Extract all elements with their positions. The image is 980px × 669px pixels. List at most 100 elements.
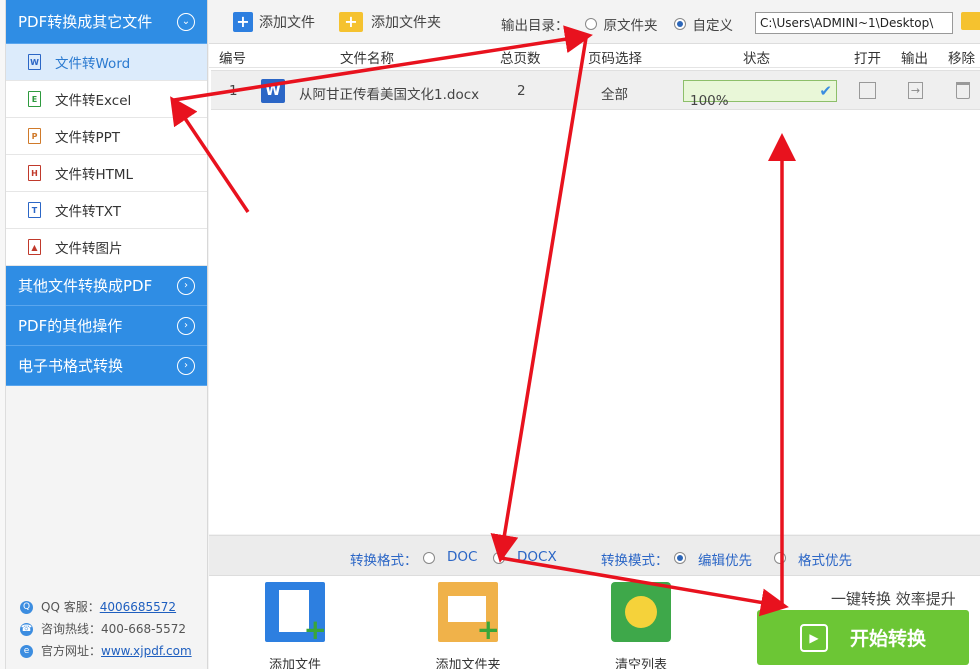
radio-format-priority[interactable] [774, 552, 786, 564]
start-label: 开始转换 [849, 628, 926, 650]
site-label: 官方网址： [41, 644, 102, 658]
add-file-label: 添加文件 [259, 14, 315, 31]
radio-doc-label: DOC [447, 549, 478, 565]
play-icon: ▶ [799, 623, 828, 652]
converter-window: PDF转换成其它文件 ⌄ W 文件转Word E 文件转Excel P 文件转P… [0, 0, 980, 669]
site-link[interactable]: www.xjpdf.com [101, 640, 192, 662]
broom-icon [611, 582, 671, 642]
table-row[interactable]: 1 W 从阿甘正传看美国文化1.docx 2 全部 100% ✔ → [211, 70, 980, 110]
ie-browser-icon: e [20, 644, 33, 658]
radio-original-folder[interactable] [584, 18, 597, 30]
clear-list-label: 清空列表 [614, 658, 667, 669]
word-file-icon: W [28, 54, 41, 70]
check-icon: ✔ [819, 82, 832, 100]
radio-edit-priority[interactable] [674, 552, 686, 564]
sidebar-item-html[interactable]: H 文件转HTML [6, 155, 207, 192]
clear-list-button[interactable]: 清空列表 [601, 582, 681, 669]
add-folder-icon: + [339, 11, 363, 32]
file-table: 编号 文件名称 总页数 页码选择 状态 打开 输出 移除 1 W 从阿甘正传看美… [209, 44, 980, 534]
category-other-to-pdf[interactable]: 其他文件转换成PDF › [6, 266, 207, 306]
row-pages: 2 [517, 83, 526, 99]
col-index: 编号 [219, 51, 246, 67]
add-folder-icon: + [438, 582, 500, 644]
radio-format-label: 格式优先 [798, 553, 852, 569]
sidebar-item-txt[interactable]: T 文件转TXT [6, 192, 207, 229]
add-file-button[interactable]: + 添加文件 [233, 11, 315, 32]
sidebar-item-label: 文件转图片 [55, 241, 123, 257]
col-pages: 总页数 [500, 51, 541, 67]
format-bar: 转换格式： DOC DOCX 转换模式： 编辑优先 格式优先 [209, 535, 980, 575]
row-index: 1 [229, 83, 238, 99]
sidebar-item-label: 文件转TXT [55, 204, 122, 220]
progress-text: 100% [690, 93, 729, 109]
category-pdf-other-ops[interactable]: PDF的其他操作 › [6, 306, 207, 346]
sidebar-item-ppt[interactable]: P 文件转PPT [6, 118, 207, 155]
start-convert-button[interactable]: ▶ 开始转换 [757, 610, 969, 665]
category-label: 其他文件转换成PDF [18, 277, 153, 295]
format-label: 转换格式： [350, 553, 418, 569]
category-label: PDF转换成其它文件 [18, 13, 153, 31]
col-name: 文件名称 [340, 51, 394, 67]
image-file-icon: ▲ [28, 239, 41, 255]
row-range[interactable]: 全部 [601, 83, 628, 103]
sidebar-item-label: 文件转HTML [55, 167, 134, 183]
export-icon[interactable]: → [908, 82, 923, 99]
progress-bar: 100% ✔ [683, 80, 837, 109]
radio-edit-label: 编辑优先 [698, 553, 752, 569]
sidebar-item-word[interactable]: W 文件转Word [6, 44, 207, 81]
open-file-icon[interactable] [859, 82, 876, 99]
txt-file-icon: T [28, 202, 41, 218]
excel-file-icon: E [28, 91, 41, 107]
toolbar: + 添加文件 + 添加文件夹 输出目录： 原文件夹 自定义 C:\Users\A… [209, 0, 980, 44]
sidebar: PDF转换成其它文件 ⌄ W 文件转Word E 文件转Excel P 文件转P… [6, 0, 208, 669]
radio-custom-label: 自定义 [692, 18, 734, 34]
row-filename: 从阿甘正传看美国文化1.docx [299, 87, 480, 103]
big-add-folder-label: 添加文件夹 [435, 658, 501, 669]
mode-label: 转换模式： [601, 553, 669, 569]
phone-icon: ☎ [20, 622, 33, 636]
category-pdf-to-other[interactable]: PDF转换成其它文件 ⌄ [6, 0, 207, 44]
chevron-right-icon: › [177, 276, 195, 295]
big-add-file-label: 添加文件 [268, 658, 321, 669]
col-remove: 移除 [948, 51, 975, 67]
radio-doc[interactable] [423, 552, 435, 564]
add-file-icon: + [233, 11, 253, 32]
radio-docx[interactable] [493, 552, 505, 564]
browse-folder-icon[interactable] [961, 12, 980, 30]
qq-label: QQ 客服： [41, 600, 100, 614]
radio-docx-label: DOCX [517, 549, 557, 565]
trash-icon[interactable] [956, 82, 970, 99]
sidebar-item-label: 文件转PPT [55, 130, 121, 146]
category-label: PDF的其他操作 [18, 317, 123, 335]
chevron-down-icon: ⌄ [177, 12, 195, 31]
table-header: 编号 文件名称 总页数 页码选择 状态 打开 输出 移除 [209, 44, 980, 68]
ppt-file-icon: P [28, 128, 41, 144]
col-export: 输出 [901, 51, 928, 67]
sidebar-item-image[interactable]: ▲ 文件转图片 [6, 229, 207, 266]
radio-original-label: 原文件夹 [603, 18, 658, 34]
add-document-icon: + [265, 582, 327, 644]
contact-info: Q QQ 客服： 4006685572 ☎ 咨询热线：400-668-5572 … [20, 596, 192, 662]
word-doc-icon: W [261, 79, 285, 103]
sidebar-item-excel[interactable]: E 文件转Excel [6, 81, 207, 118]
category-ebook[interactable]: 电子书格式转换 › [6, 346, 207, 386]
qq-link[interactable]: 4006685572 [100, 596, 176, 618]
sidebar-item-label: 文件转Excel [55, 93, 132, 109]
chevron-right-icon: › [177, 356, 195, 375]
html-file-icon: H [28, 165, 41, 181]
col-status: 状态 [743, 51, 770, 67]
output-dir-label: 输出目录： [501, 18, 569, 34]
big-add-file-button[interactable]: + 添加文件 [255, 582, 335, 669]
big-add-folder-button[interactable]: + 添加文件夹 [428, 582, 508, 669]
category-label: 电子书格式转换 [18, 357, 124, 375]
col-open: 打开 [854, 51, 881, 67]
hotline-text: 咨询热线：400-668-5572 [41, 622, 187, 636]
slogan-text: 一键转换 效率提升 [831, 590, 956, 608]
output-path-input[interactable]: C:\Users\ADMINI~1\Desktop\ [755, 12, 953, 34]
radio-custom-folder[interactable] [673, 18, 686, 30]
sidebar-item-label: 文件转Word [55, 56, 131, 72]
chevron-right-icon: › [177, 316, 195, 335]
add-folder-button[interactable]: + 添加文件夹 [339, 11, 441, 32]
bottom-actions: + 添加文件 + 添加文件夹 清空列表 一键转换 效率提升 ▶ 开始转换 [209, 575, 980, 669]
output-dir-group: 输出目录： 原文件夹 自定义 [501, 14, 733, 34]
